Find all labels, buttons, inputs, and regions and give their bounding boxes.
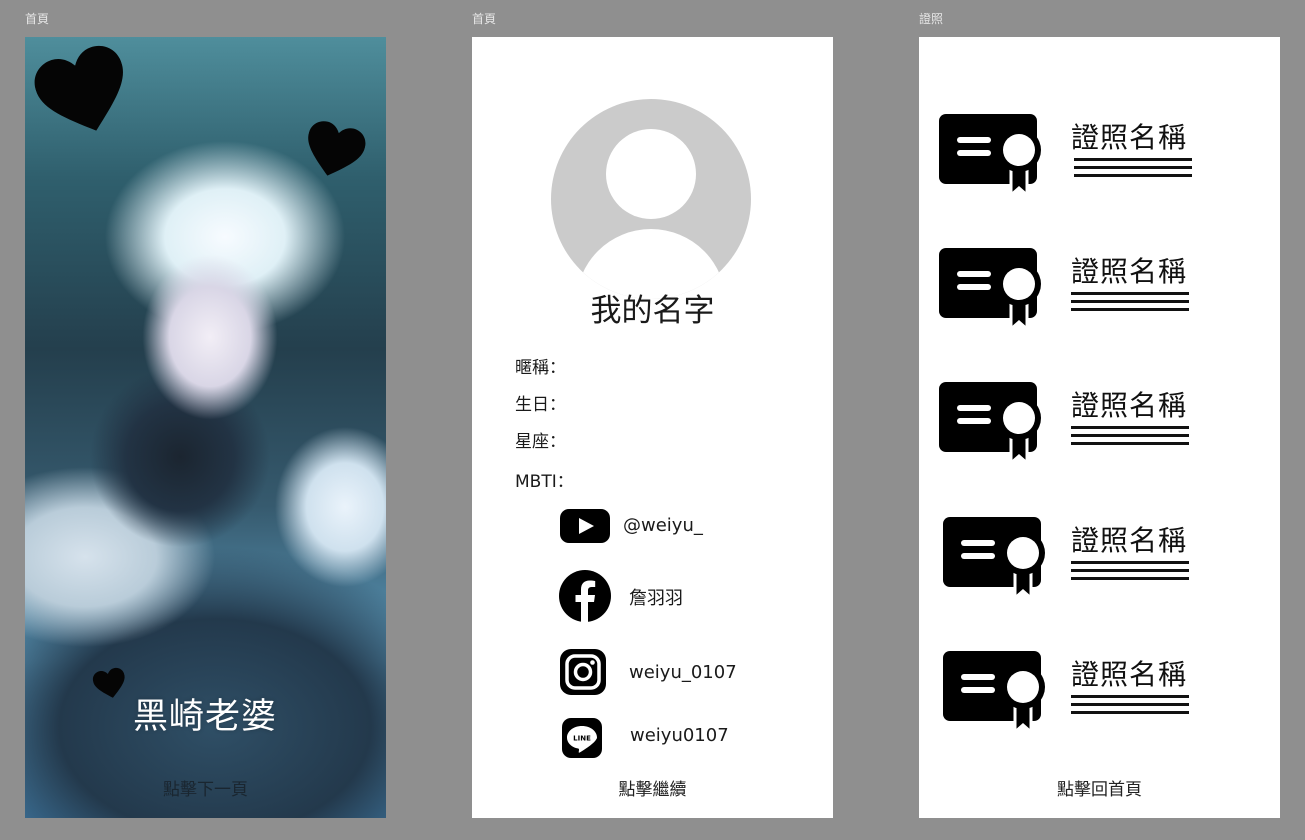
instagram-icon [560, 649, 606, 695]
profile-name: 我的名字 [590, 293, 715, 329]
certificate-item[interactable]: 證照名稱 [919, 380, 1280, 470]
nickname-label: 暱稱： [515, 358, 566, 378]
user-avatar-icon [551, 99, 751, 299]
line-icon: LINE [562, 718, 602, 758]
facebook-handle: 詹羽羽 [629, 588, 683, 609]
cover-title: 黑崎老婆 [133, 697, 278, 737]
youtube-icon [560, 509, 610, 543]
social-line[interactable]: LINE weiyu0107 [472, 715, 833, 765]
profile-frame: 我的名字 暱稱： 生日： 星座： MBTI： @weiyu_ 詹羽羽 weiyu… [472, 37, 833, 818]
certificate-item[interactable]: 證照名稱 [919, 246, 1280, 336]
social-facebook[interactable]: 詹羽羽 [472, 570, 833, 622]
certificate-title: 證照名稱 [1071, 255, 1188, 288]
frame-label-certificates: 證照 [919, 12, 944, 26]
certificate-item[interactable]: 證照名稱 [919, 649, 1280, 739]
certificate-icon [939, 382, 1041, 466]
zodiac-label: 星座： [515, 432, 566, 452]
certificate-title: 證照名稱 [1071, 389, 1188, 422]
certificate-item[interactable]: 證照名稱 [919, 112, 1280, 202]
certificate-description-lines [1071, 292, 1189, 316]
certificate-icon [943, 517, 1045, 601]
certificate-title: 證照名稱 [1071, 121, 1188, 154]
back-home-link[interactable]: 點擊回首頁 [919, 775, 1280, 800]
mbti-label: MBTI： [515, 472, 574, 492]
frame-label-profile: 首頁 [472, 12, 497, 26]
certificate-title: 證照名稱 [1071, 658, 1188, 691]
next-page-link[interactable]: 點擊下一頁 [25, 775, 386, 800]
certificate-icon [939, 248, 1041, 332]
certificate-icon [943, 651, 1045, 735]
social-youtube[interactable]: @weiyu_ [472, 502, 833, 552]
svg-text:LINE: LINE [573, 735, 591, 743]
frame-label-cover: 首頁 [25, 12, 50, 26]
cover-frame: 黑崎老婆 點擊下一頁 [25, 37, 386, 818]
certificates-frame: 證照名稱 證照名稱 證照名稱 證照名稱 證照名稱 點擊回首頁 [919, 37, 1280, 818]
birthday-label: 生日： [515, 395, 566, 415]
certificate-description-lines [1074, 158, 1192, 182]
certificate-title: 證照名稱 [1071, 524, 1188, 557]
instagram-handle: weiyu_0107 [629, 662, 737, 683]
certificate-description-lines [1071, 561, 1189, 585]
continue-link[interactable]: 點擊繼續 [472, 775, 833, 800]
certificate-icon [939, 114, 1041, 198]
line-handle: weiyu0107 [630, 725, 729, 746]
social-instagram[interactable]: weiyu_0107 [472, 648, 833, 698]
certificate-item[interactable]: 證照名稱 [919, 515, 1280, 605]
youtube-handle: @weiyu_ [623, 515, 703, 536]
certificate-description-lines [1071, 426, 1189, 450]
certificate-description-lines [1071, 695, 1189, 719]
facebook-icon [559, 570, 611, 622]
